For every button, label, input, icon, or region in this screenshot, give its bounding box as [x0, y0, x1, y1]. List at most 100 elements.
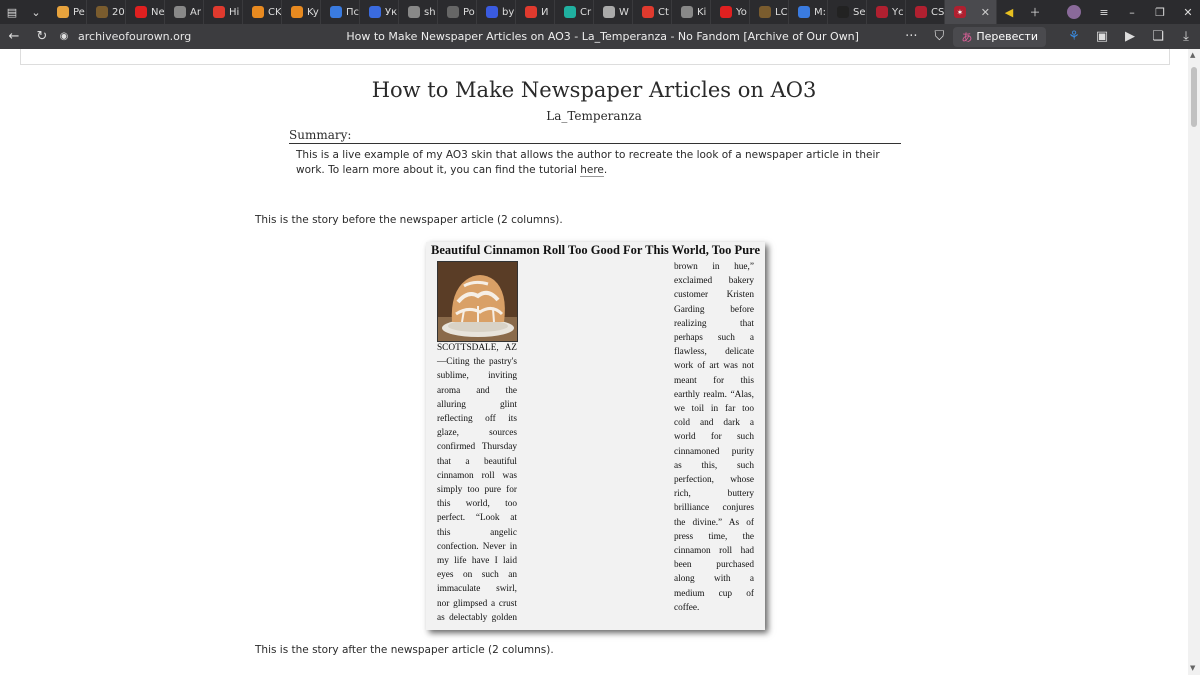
collections-icon[interactable]: ❏	[1144, 24, 1172, 49]
browser-tab[interactable]: Ct	[633, 0, 672, 24]
extension-icon[interactable]: ▣	[1088, 24, 1116, 49]
article-line: SCOTTSDALE, AZ	[437, 343, 517, 353]
browser-tab[interactable]: Ky	[282, 0, 321, 24]
lock-icon: ◉	[59, 31, 69, 42]
article-line: coffee.	[674, 602, 700, 613]
browser-tab[interactable]: LC	[750, 0, 789, 24]
tab-label: Hi	[229, 6, 240, 18]
grid-icon	[486, 6, 498, 18]
bookmark-icon[interactable]: ⛉	[925, 24, 953, 49]
minimize-icon[interactable]: –	[1120, 0, 1144, 24]
download-icon[interactable]: ⤓	[1172, 24, 1200, 49]
youtube-icon	[135, 6, 147, 18]
sound-icon[interactable]: ◀	[997, 0, 1021, 24]
scroll-up-icon[interactable]: ▲	[1190, 51, 1195, 59]
tutorial-link[interactable]: here	[580, 164, 604, 177]
new-tab-button[interactable]: ＋	[1023, 0, 1047, 24]
tab-label: 20	[112, 6, 125, 18]
browser-tab[interactable]: by	[477, 0, 516, 24]
square-icon	[447, 6, 459, 18]
browser-tab[interactable]: Ук	[360, 0, 399, 24]
reload-icon[interactable]: ↻	[28, 24, 56, 49]
tab-label: И	[541, 6, 549, 18]
article-line: the divine.” As of	[674, 517, 754, 528]
article-line: my life have I laid	[437, 556, 517, 567]
translate-button[interactable]: あ Перевести	[953, 26, 1046, 47]
article-line: eyes on such an	[437, 570, 517, 581]
article-line: Garding before	[674, 304, 754, 315]
article-line: brilliance conjures	[674, 503, 754, 514]
browser-tab[interactable]: Ne	[126, 0, 165, 24]
article-line: —Citing the pastry's	[437, 357, 517, 368]
browser-tab[interactable]: W	[594, 0, 633, 24]
summary-end: .	[603, 164, 608, 176]
article-line: brown in hue,”	[674, 262, 754, 272]
tab-label: Ky	[307, 6, 319, 18]
browser-tab[interactable]: Пс	[321, 0, 360, 24]
browser-tab[interactable]: Po	[438, 0, 477, 24]
video-icon[interactable]: ▶	[1116, 24, 1144, 49]
scrollbar[interactable]: ▲ ▼	[1188, 49, 1200, 675]
article-line: aroma and the	[437, 385, 517, 396]
translate-icon: あ	[961, 30, 973, 44]
tab-bar: ▤ ⌄ Pe 20 Ne Ar Hi CK Ky Пс Ук sh Po by И Cr W Ct Ki Yo LC…	[0, 0, 1200, 24]
pencil-icon	[57, 6, 69, 18]
browser-tab[interactable]: Yc	[867, 0, 906, 24]
header-divider	[20, 49, 1170, 65]
tab-label: Pe	[73, 6, 85, 18]
article-line: perfect. “Look at	[437, 513, 517, 524]
profile-avatar[interactable]	[1062, 0, 1086, 24]
yandex-icon	[525, 6, 537, 18]
work-author[interactable]: La_Temperanza	[0, 109, 1188, 123]
close-window-icon[interactable]: ✕	[1176, 0, 1200, 24]
active-tab[interactable]: ✶ ✕	[945, 0, 997, 24]
browser-tab[interactable]: sh	[399, 0, 438, 24]
work-title: How to Make Newspaper Articles on AO3	[371, 78, 817, 102]
tabs-dropdown-icon[interactable]: ⌄	[24, 0, 48, 24]
browser-tab[interactable]: 20	[87, 0, 126, 24]
browser-tab[interactable]: Yo	[711, 0, 750, 24]
article-line: alluring glint	[437, 399, 517, 410]
article-line: as delectably golden	[437, 612, 517, 623]
dns-icon	[291, 6, 303, 18]
yandex-icon	[213, 6, 225, 18]
tab-label: Ук	[385, 6, 398, 18]
browser-tab[interactable]: M:	[789, 0, 828, 24]
more-icon[interactable]: ···	[897, 24, 925, 49]
extension-icon[interactable]: ⚘	[1060, 24, 1088, 49]
article-line: perhaps such a	[674, 333, 754, 344]
search-icon	[330, 6, 342, 18]
browser-tab[interactable]: Pe	[48, 0, 87, 24]
newspaper-article: Beautiful Cinnamon Roll Too Good For Thi…	[426, 242, 765, 630]
browser-tab[interactable]: Ki	[672, 0, 711, 24]
scroll-thumb[interactable]	[1191, 67, 1197, 127]
article-line: flawless, delicate	[674, 347, 754, 358]
close-tab-icon[interactable]: ✕	[981, 6, 990, 19]
tab-label: CS	[931, 6, 945, 18]
restore-icon[interactable]: ❐	[1148, 0, 1172, 24]
tab-label: M:	[814, 6, 826, 18]
article-line: world for such	[674, 432, 754, 443]
scroll-down-icon[interactable]: ▼	[1190, 664, 1195, 672]
browser-tab[interactable]: CK	[243, 0, 282, 24]
tab-label: Пс	[346, 6, 360, 18]
browser-tab[interactable]: Hi	[204, 0, 243, 24]
article-line: simply too pure for	[437, 485, 517, 496]
browser-tab[interactable]: Se	[828, 0, 867, 24]
browser-tab[interactable]: И	[516, 0, 555, 24]
browser-tab[interactable]: CS	[906, 0, 945, 24]
article-line: meant for this	[674, 375, 754, 386]
browser-tab[interactable]: Ar	[165, 0, 204, 24]
chat-icon	[564, 6, 576, 18]
browser-tab[interactable]: Cr	[555, 0, 594, 24]
tab-label: Yo	[736, 6, 747, 18]
cinnamon-roll-image	[437, 261, 518, 342]
back-icon[interactable]: ←	[0, 24, 28, 49]
sidebar-toggle-icon[interactable]: ▤	[0, 0, 24, 24]
article-line: work of art was not	[674, 361, 754, 372]
yandex-icon	[642, 6, 654, 18]
tab-label: Cr	[580, 6, 592, 18]
url-field[interactable]: archiveofourown.org	[78, 30, 308, 43]
translate-label: Перевести	[976, 30, 1038, 43]
menu-icon[interactable]: ≡	[1092, 0, 1116, 24]
